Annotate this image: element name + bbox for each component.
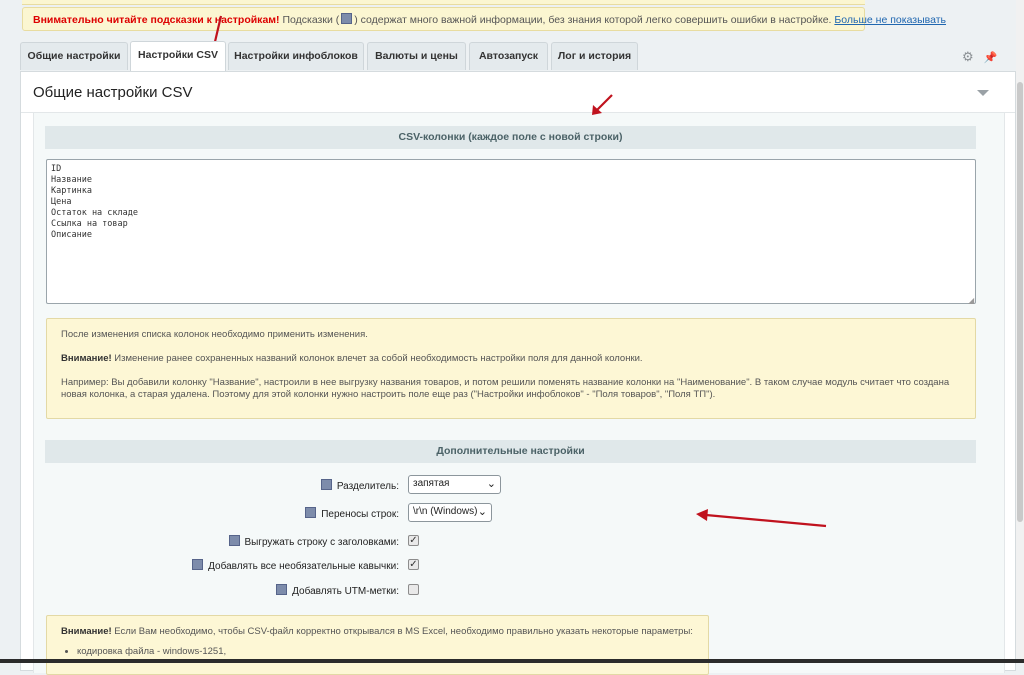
resize-grip-icon[interactable]: ◢ — [968, 296, 974, 305]
gear-icon[interactable]: ⚙ — [962, 49, 974, 64]
headers-row: Выгружать строку с заголовками: ✓ — [34, 531, 964, 553]
separator-label: Разделитель: — [319, 479, 399, 492]
hint-warning: Внимательно читайте подсказки к настройк… — [33, 14, 280, 26]
note-line-1: После изменения списка колонок необходим… — [61, 329, 368, 340]
separator-row: Разделитель: запятая ⌄ — [34, 475, 964, 497]
utm-checkbox[interactable] — [408, 584, 419, 595]
settings-panel: Общие настройки CSV CSV-колонки (каждое … — [20, 71, 1016, 675]
scrollbar-thumb[interactable] — [1017, 82, 1023, 522]
quotes-row: Добавлять все необязательные кавычки: ✓ — [34, 555, 964, 577]
quotes-label: Добавлять все необязательные кавычки: — [190, 559, 399, 572]
note-line-2: Внимание! Изменение ранее сохраненных на… — [61, 353, 961, 365]
tab-log[interactable]: Лог и история — [551, 42, 638, 70]
linebreak-label: Переносы строк: — [303, 507, 399, 520]
tab-general[interactable]: Общие настройки — [20, 42, 128, 70]
csv-columns-textarea[interactable]: ID Название Картинка Цена Остаток на скл… — [46, 159, 976, 304]
hide-hints-link[interactable]: Больше не показывать — [834, 14, 946, 26]
separator-select[interactable]: запятая ⌄ — [408, 475, 501, 494]
hint-banner: Внимательно читайте подсказки к настройк… — [22, 7, 946, 31]
help-icon[interactable] — [276, 584, 288, 595]
list-item: кодировка файла - windows-1251, — [77, 646, 694, 658]
help-icon[interactable] — [192, 559, 204, 570]
bottom-bar — [0, 659, 1024, 663]
excel-note: Внимание! Если Вам необходимо, чтобы CSV… — [46, 615, 709, 675]
tab-iblocks[interactable]: Настройки инфоблоков — [228, 42, 364, 70]
csv-columns-heading: CSV-колонки (каждое поле с новой строки) — [45, 126, 976, 149]
tab-tools: ⚙ 📌 — [962, 49, 1007, 65]
tab-autorun[interactable]: Автозапуск — [469, 42, 548, 70]
quotes-checkbox[interactable]: ✓ — [408, 559, 419, 570]
tab-csv[interactable]: Настройки CSV — [130, 41, 226, 71]
hint-text-before: Подсказки ( — [282, 14, 340, 26]
chevron-down-icon: ⌄ — [477, 506, 487, 518]
tab-currencies[interactable]: Валюты и цены — [367, 42, 466, 70]
note-line-3: Например: Вы добавили колонку "Название"… — [61, 377, 950, 400]
help-icon[interactable] — [305, 507, 317, 518]
linebreak-row: Переносы строк: \r\n (Windows) ⌄ — [34, 503, 964, 525]
note-attention: Внимание! — [61, 353, 112, 364]
utm-row: Добавлять UTM-метки: — [34, 580, 964, 602]
hint-icon — [341, 13, 353, 24]
hint-text-after: ) содержат много важной информации, без … — [354, 14, 832, 26]
panel-title: Общие настройки CSV — [33, 84, 193, 101]
extra-settings-heading: Дополнительные настройки — [45, 440, 976, 463]
panel-body: CSV-колонки (каждое поле с новой строки)… — [33, 113, 1005, 675]
linebreak-select[interactable]: \r\n (Windows) ⌄ — [408, 503, 492, 522]
headers-label: Выгружать строку с заголовками: — [227, 535, 399, 548]
headers-checkbox[interactable]: ✓ — [408, 535, 419, 546]
help-icon[interactable] — [228, 535, 240, 546]
excel-note-text: Внимание! Если Вам необходимо, чтобы CSV… — [61, 626, 693, 637]
csv-columns-note: После изменения списка колонок необходим… — [46, 318, 976, 419]
collapse-arrow-icon[interactable] — [977, 90, 989, 96]
chevron-down-icon: ⌄ — [486, 478, 496, 490]
note-attention-text: Изменение ранее сохраненных названий кол… — [111, 353, 643, 364]
scrollbar[interactable] — [1016, 0, 1024, 663]
help-icon[interactable] — [321, 479, 333, 490]
top-banner-edge — [22, 0, 865, 5]
excel-note-list: кодировка файла - windows-1251, — [61, 646, 694, 658]
utm-label: Добавлять UTM-метки: — [274, 584, 399, 597]
pin-icon[interactable]: 📌 — [984, 52, 998, 64]
